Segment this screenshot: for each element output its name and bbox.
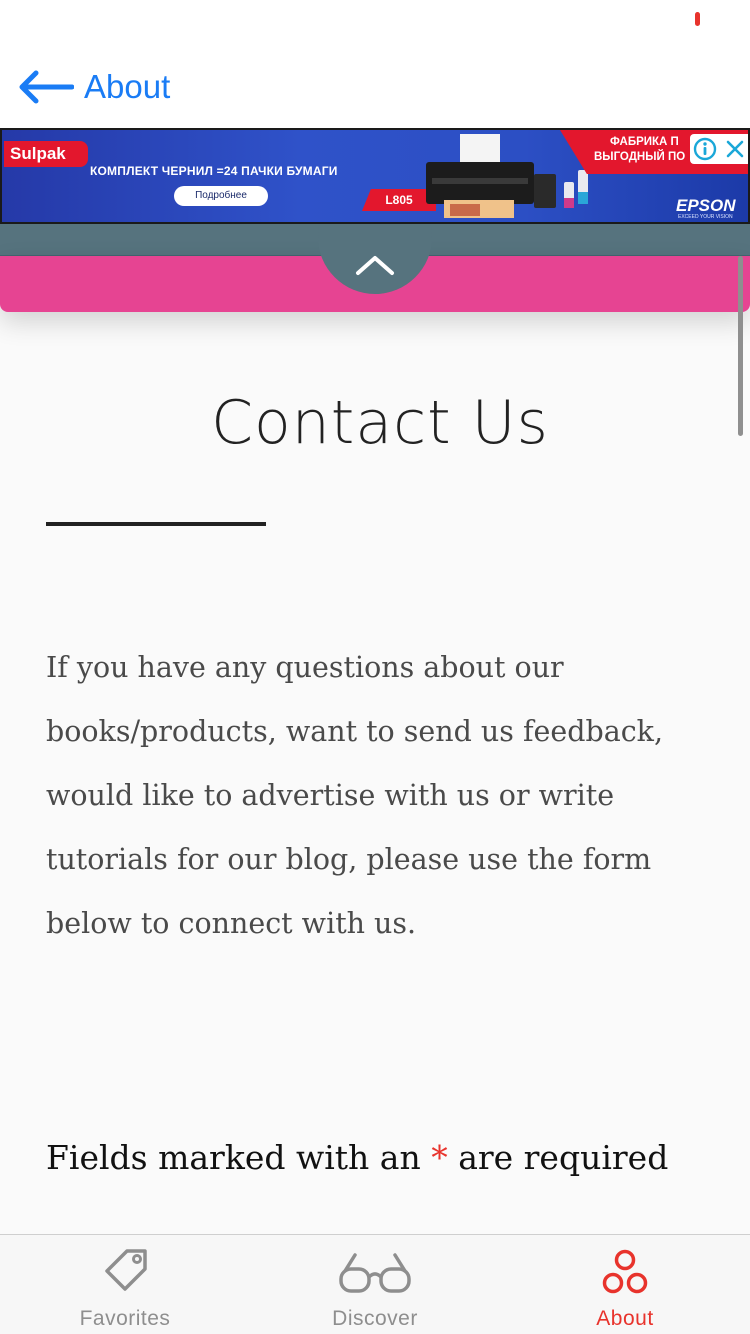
circles-icon (602, 1249, 648, 1294)
tag-icon (105, 1249, 147, 1291)
ad-banner[interactable]: Sulpak КОМПЛЕКТ ЧЕРНИЛ =24 ПАЧКИ БУМАГИ … (0, 128, 750, 224)
required-note-suffix: are required (447, 1138, 669, 1177)
intro-paragraph: If you have any questions about our book… (46, 651, 664, 940)
required-note-prefix: Fields marked with an (46, 1138, 432, 1177)
tab-label-discover: Discover (332, 1307, 418, 1330)
tab-label-favorites: Favorites (79, 1307, 171, 1330)
ad-brand-tagline: EXCEED YOUR VISION (678, 214, 733, 220)
close-icon (726, 140, 744, 158)
info-icon (693, 137, 717, 161)
recording-indicator (695, 12, 700, 26)
required-star: * (431, 1138, 448, 1177)
back-button[interactable]: About (16, 64, 170, 110)
page-title: Contact Us (211, 388, 549, 458)
tab-discover[interactable]: Discover (250, 1235, 500, 1334)
ad-promo-line-2: ВЫГОДНЫЙ ПО (594, 151, 686, 163)
ad-promo-line-1: ФАБРИКА П (610, 136, 679, 148)
tab-about[interactable]: About (500, 1235, 750, 1334)
back-label: About (84, 68, 171, 105)
web-content[interactable]: To e Contact Us If you have any question… (0, 128, 750, 1234)
tab-favorites[interactable]: Favorites (0, 1235, 250, 1334)
tab-bar: Favorites Discover About (0, 1234, 750, 1334)
ad-store-logo: Sulpak (4, 141, 88, 167)
ad-brand-logo: EPSON (676, 196, 736, 215)
navigation-bar: About (0, 44, 750, 128)
required-fields-note: Fields marked with an * are required (46, 1138, 726, 1177)
ad-model-badge: L805 (362, 189, 436, 211)
glasses-icon (339, 1253, 411, 1293)
tab-label-about: About (596, 1307, 654, 1330)
chevron-up-icon (356, 256, 394, 275)
ad-headline: КОМПЛЕКТ ЧЕРНИЛ =24 ПАЧКИ БУМАГИ (90, 164, 338, 178)
arrow-left-icon (19, 70, 74, 104)
ad-info-button[interactable] (690, 134, 720, 164)
status-bar (0, 0, 750, 44)
ad-close-button[interactable] (720, 134, 748, 164)
title-divider (46, 522, 266, 526)
ad-cta-button[interactable]: Подробнее (174, 186, 268, 206)
